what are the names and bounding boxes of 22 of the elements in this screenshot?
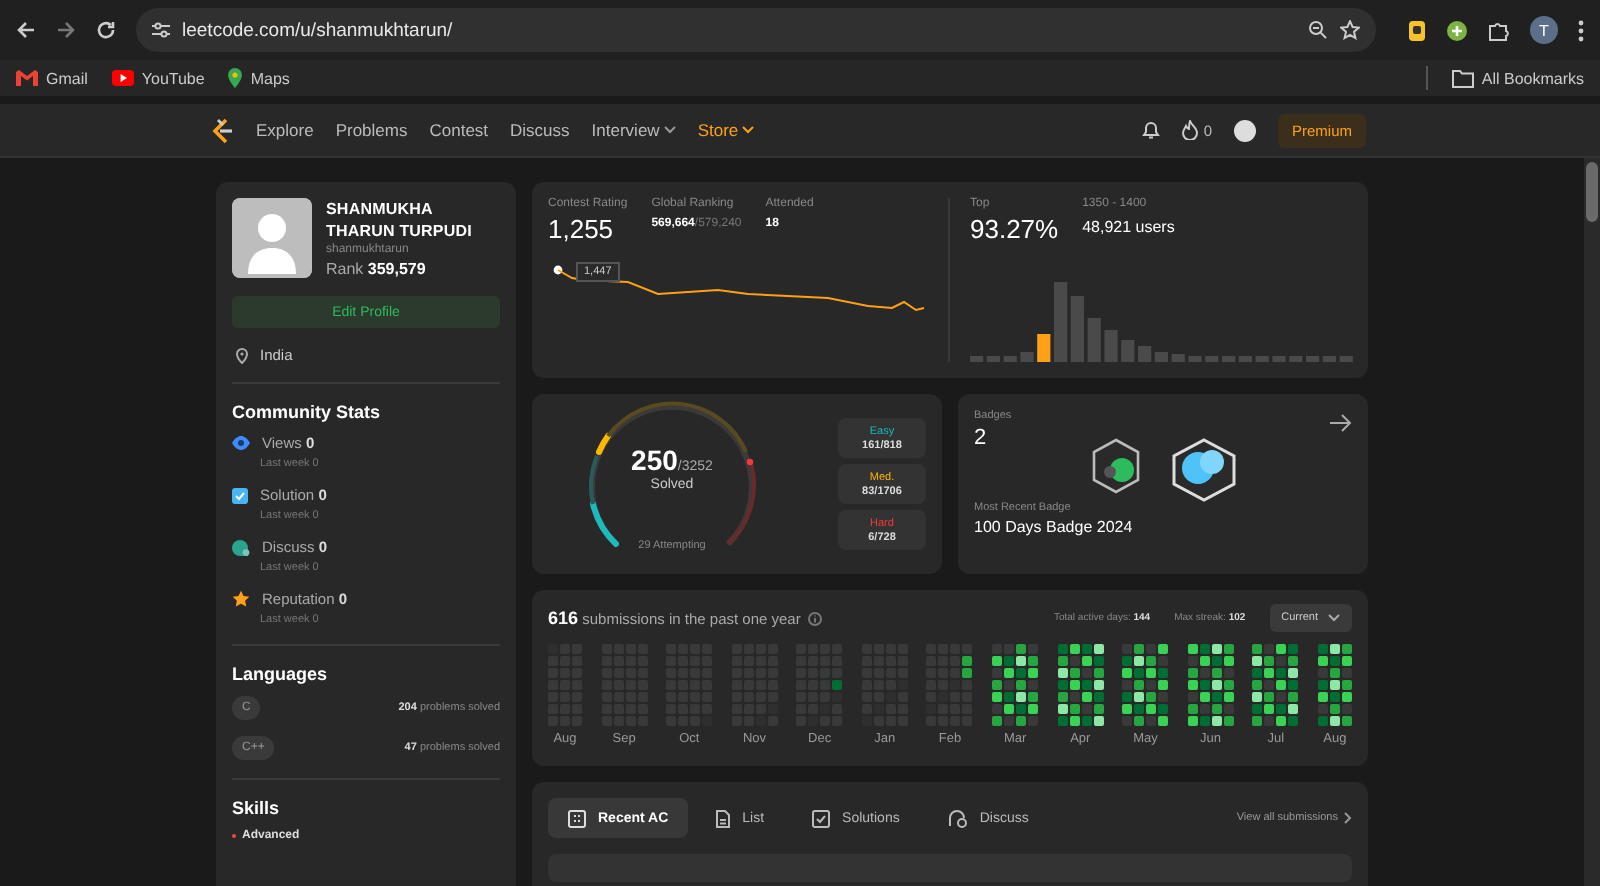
all-bookmarks-link[interactable]: All Bookmarks xyxy=(1451,69,1584,87)
nav-menu[interactable]: Store xyxy=(697,120,755,140)
profile-name: SHANMUKHA THARUN TURPUDI xyxy=(326,198,474,242)
nav-link[interactable]: Problems xyxy=(335,120,408,140)
nav-link[interactable]: Contest xyxy=(429,120,489,140)
section-title: Skills xyxy=(232,798,282,818)
contest-rating: 1,255 xyxy=(548,214,616,244)
rank-text: Rank 359,579 xyxy=(326,260,428,278)
section-title: Languages xyxy=(232,664,330,684)
bookmark-link[interactable]: Maps xyxy=(228,68,290,88)
nav-menu[interactable]: Interview xyxy=(591,120,676,140)
address-bar[interactable]: leetcode.com/u/shanmukhtarun/ xyxy=(136,8,1376,52)
profile-avatar[interactable]: T xyxy=(1530,16,1558,44)
badge-count: 2 xyxy=(974,426,989,450)
section-title: Community Stats xyxy=(232,402,383,422)
top-percentage: 93.27% xyxy=(970,214,1059,244)
bookmark-link[interactable]: YouTube xyxy=(111,69,205,87)
bookmark-link[interactable]: Gmail xyxy=(16,69,88,87)
nav-link[interactable]: Discuss xyxy=(510,120,570,140)
recent-badge-name: 100 Days Badge 2024 xyxy=(974,518,1135,536)
nav-link[interactable]: Explore xyxy=(256,120,314,140)
user-count: 48,921 users xyxy=(1082,218,1175,236)
